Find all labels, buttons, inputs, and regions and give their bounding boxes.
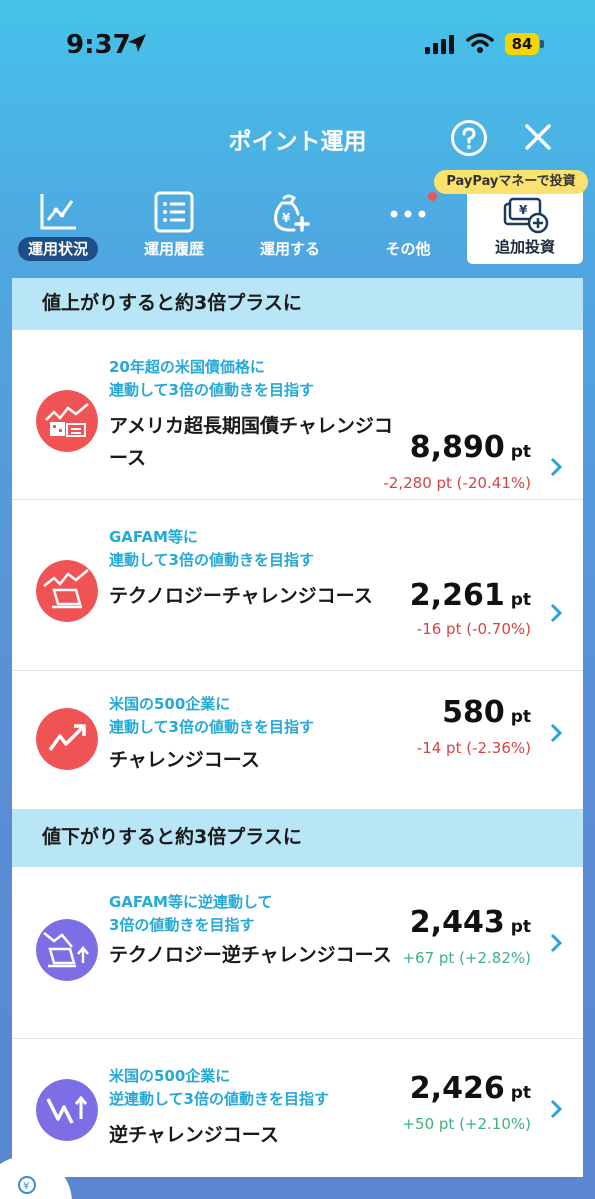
course-name: アメリカ超長期国債チャレンジコース: [109, 415, 393, 469]
course-value: 2,443 pt: [409, 905, 531, 940]
course-card-tech[interactable]: GAFAM等に 連動して3倍の値動きを目指す テクノロジーチャレンジコース 2,…: [12, 500, 583, 671]
cellular-signal-icon: [425, 35, 454, 54]
course-change: -14 pt (-2.36%): [416, 739, 531, 757]
course-value: 580 pt: [442, 695, 531, 730]
course-name: 逆チャレンジコース: [109, 1124, 279, 1146]
page-title: ポイント運用: [228, 129, 367, 155]
course-list: 値上がりすると約3倍プラスに 20年超の米国債価格に 連動して3倍の値動きを目指…: [12, 278, 583, 1177]
course-description: 連動して3倍の値動きを目指す: [109, 381, 314, 399]
tab-label: その他: [385, 240, 431, 258]
course-value: 2,426 pt: [409, 1071, 531, 1106]
course-card-us-bond[interactable]: 20年超の米国債価格に 連動して3倍の値動きを目指す アメリカ超長期国債チャレン…: [12, 330, 583, 500]
add-invest-button[interactable]: ¥ 追加投資: [467, 186, 583, 264]
bills-plus-icon: ¥: [503, 197, 549, 234]
bond-chart-icon: [36, 390, 98, 452]
course-description: GAFAM等に: [109, 528, 198, 546]
rising-chart-icon: [36, 708, 98, 770]
refresh-yen-icon: ¥: [18, 1176, 36, 1194]
course-description: 連動して3倍の値動きを目指す: [109, 551, 314, 569]
course-description: 3倍の値動きを目指す: [109, 916, 255, 934]
chevron-right-icon: [550, 723, 563, 743]
chevron-right-icon: [550, 1099, 563, 1119]
tab-label: 運用する: [259, 240, 320, 258]
tab-history[interactable]: 運用履歴: [116, 186, 232, 268]
battery-indicator: 84: [505, 33, 545, 55]
more-dots-icon: [390, 210, 426, 218]
falling-chart-icon: [36, 1079, 98, 1141]
course-card-sp500-inverse[interactable]: 米国の500企業に 逆連動して3倍の値動きを目指す 逆チャレンジコース 2,42…: [12, 1039, 583, 1177]
close-icon[interactable]: [523, 122, 553, 152]
list-icon: [154, 191, 194, 233]
status-time: 9:37: [66, 30, 131, 60]
section-header: 値下がりすると約3倍プラスに: [12, 809, 583, 867]
status-bar: 9:37 84: [0, 0, 595, 90]
course-description: 米国の500企業に: [109, 695, 231, 713]
tab-label: 運用履歴: [143, 240, 204, 258]
svg-text:¥: ¥: [23, 1181, 29, 1192]
help-icon[interactable]: [450, 119, 488, 157]
tab-more[interactable]: その他: [350, 186, 466, 268]
tab-status[interactable]: 運用状況: [0, 186, 116, 268]
course-value: 2,261 pt: [409, 578, 531, 613]
course-change: +67 pt (+2.82%): [402, 949, 531, 967]
laptop-inverse-icon: [36, 919, 98, 981]
course-description: 逆連動して3倍の値動きを目指す: [109, 1090, 329, 1108]
course-change: +50 pt (+2.10%): [402, 1115, 531, 1133]
course-value: 8,890 pt: [409, 430, 531, 465]
location-arrow-icon: [128, 34, 146, 52]
notification-dot: [428, 192, 437, 201]
add-invest-label: 追加投資: [494, 238, 555, 256]
course-card-sp500[interactable]: 米国の500企業に 連動して3倍の値動きを目指す チャレンジコース 580 pt …: [12, 671, 583, 809]
laptop-chart-icon: [36, 560, 98, 622]
course-description: 米国の500企業に: [109, 1067, 231, 1085]
section-header: 値上がりすると約3倍プラスに: [12, 278, 583, 330]
course-description: 20年超の米国債価格に: [109, 358, 265, 376]
course-name: チャレンジコース: [109, 749, 260, 771]
battery-level: 84: [511, 35, 533, 53]
course-change: -16 pt (-0.70%): [416, 620, 531, 638]
course-description: 連動して3倍の値動きを目指す: [109, 718, 314, 736]
wifi-icon: [466, 33, 494, 53]
chevron-right-icon: [550, 603, 563, 623]
tab-invest[interactable]: ¥ 運用する: [232, 186, 348, 268]
svg-text:¥: ¥: [519, 203, 528, 217]
promo-badge: PayPayマネーで投資: [434, 170, 588, 194]
course-name: テクノロジーチャレンジコース: [109, 585, 373, 607]
svg-text:¥: ¥: [282, 211, 291, 225]
course-description: GAFAM等に逆連動して: [109, 893, 273, 911]
chevron-right-icon: [550, 457, 563, 477]
chevron-right-icon: [550, 933, 563, 953]
chart-line-icon: [40, 194, 76, 230]
tab-label: 運用状況: [17, 237, 98, 261]
money-bag-plus-icon: ¥: [274, 194, 310, 232]
course-change: -2,280 pt (-20.41%): [383, 474, 531, 492]
course-name: テクノロジー逆チャレンジコース: [109, 944, 392, 966]
course-card-tech-inverse[interactable]: GAFAM等に逆連動して 3倍の値動きを目指す テクノロジー逆チャレンジコース …: [12, 867, 583, 1039]
